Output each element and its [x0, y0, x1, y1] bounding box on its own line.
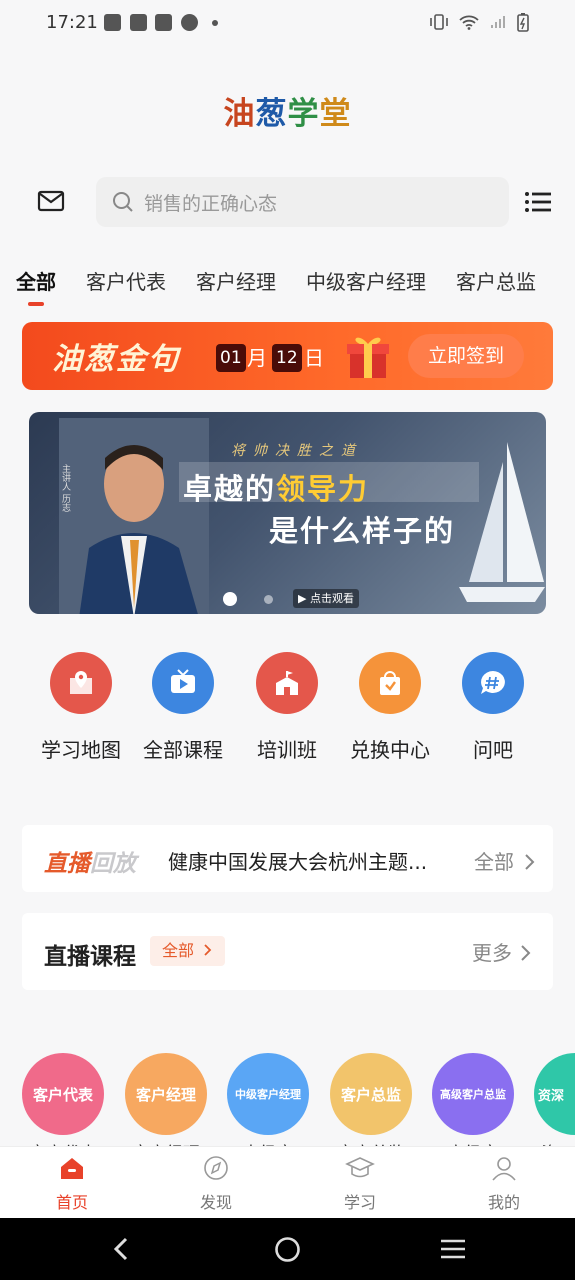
mail-icon[interactable] — [36, 186, 66, 216]
hero-title-line2: 是什么样子的 — [269, 514, 456, 548]
live-courses-more-link[interactable]: 更多 — [472, 937, 532, 966]
tv-play-icon — [152, 652, 214, 714]
hero-banner-carousel[interactable]: 主讲人 历志 将帅决胜之道 卓越的领导力 是什么样子的 ▶ 点击观看 — [29, 412, 546, 614]
date-month: 01 — [216, 344, 246, 372]
live-courses-title: 直播课程 — [44, 944, 136, 970]
home-circle-icon[interactable] — [274, 1236, 301, 1263]
compass-icon — [204, 1156, 228, 1180]
signin-button[interactable]: 立即签到 — [408, 334, 524, 378]
status-icons — [429, 12, 529, 32]
nav-home[interactable]: 首页 — [32, 1155, 112, 1213]
quick-entry-label: 全部课程 — [143, 738, 223, 762]
quick-entry-exchange-center[interactable]: 兑换中心 — [335, 652, 445, 763]
carousel-dot[interactable] — [264, 595, 273, 604]
replay-all-link[interactable]: 全部 — [474, 846, 536, 875]
quick-entry-label: 兑换中心 — [350, 738, 430, 762]
notification-icon — [181, 14, 198, 31]
quick-entry-qa[interactable]: 问吧 — [438, 652, 548, 763]
tab-customer-manager[interactable]: 客户经理 — [196, 266, 276, 306]
live-replay-logo: 直播回放 — [44, 851, 136, 877]
chevron-right-icon — [525, 854, 535, 870]
quick-entry-learning-map[interactable]: 学习地图 — [26, 652, 136, 763]
nav-learn[interactable]: 学习 — [320, 1155, 400, 1213]
notification-icon — [130, 14, 147, 31]
replay-title[interactable]: 健康中国发展大会杭州主题... — [168, 846, 427, 875]
date-day: 12 — [272, 344, 302, 372]
system-navigation-bar — [0, 1218, 575, 1280]
recent-apps-icon[interactable] — [440, 1238, 466, 1260]
wifi-icon — [459, 15, 479, 30]
hero-slogan: 将帅决胜之道 — [231, 443, 363, 459]
tab-customer-rep[interactable]: 客户代表 — [86, 266, 166, 306]
exchange-bag-icon — [359, 652, 421, 714]
carousel-dot-active[interactable] — [223, 592, 237, 606]
status-bar: 17:21 — [0, 0, 575, 48]
bottom-navigation: 首页 发现 学习 我的 — [0, 1146, 575, 1218]
live-courses-all-tag[interactable]: 全部 — [150, 936, 226, 966]
quick-entry-label: 问吧 — [473, 738, 513, 762]
quick-entry-label: 培训班 — [257, 738, 317, 762]
school-icon — [256, 652, 318, 714]
hero-title-line1: 卓越的领导力 — [183, 472, 370, 506]
quick-entry-all-courses[interactable]: 全部课程 — [128, 652, 238, 763]
signin-title: 油葱金句 — [52, 342, 180, 377]
tab-all[interactable]: 全部 — [16, 266, 56, 306]
role-customer-director[interactable]: 客户总监 — [330, 1053, 412, 1135]
role-senior[interactable]: 资深 — [534, 1053, 575, 1135]
app-logo: 油葱学堂 — [223, 96, 352, 132]
battery-charging-icon — [517, 13, 529, 32]
back-icon[interactable] — [110, 1236, 134, 1262]
nav-label: 学习 — [343, 1193, 376, 1212]
role-customer-manager[interactable]: 客户经理 — [125, 1053, 207, 1135]
quick-entry-training-class[interactable]: 培训班 — [232, 652, 342, 763]
live-courses-card: 直播课程 全部 更多 — [22, 913, 553, 990]
gift-box-icon — [347, 337, 389, 378]
role-customer-rep[interactable]: 客户代表 — [22, 1053, 104, 1135]
search-placeholder: 销售的正确心态 — [144, 192, 278, 215]
role-mid-customer-manager[interactable]: 中级客户经理 — [227, 1053, 309, 1135]
date-month-unit: 月 — [247, 346, 267, 370]
nav-discover[interactable]: 发现 — [176, 1155, 256, 1213]
graduation-cap-icon — [345, 1157, 375, 1178]
watch-button[interactable]: ▶ 点击观看 — [293, 589, 359, 608]
speaker-photo — [59, 418, 209, 614]
list-menu-icon[interactable] — [524, 190, 552, 214]
status-time: 17:21 — [46, 12, 98, 33]
speaker-label: 主讲人 历志 — [60, 464, 70, 512]
home-icon — [61, 1158, 83, 1179]
map-pin-icon — [50, 652, 112, 714]
signal-icon — [491, 16, 505, 28]
nav-mine[interactable]: 我的 — [464, 1155, 544, 1213]
nav-label: 我的 — [487, 1193, 520, 1212]
user-icon — [492, 1157, 516, 1181]
chevron-right-icon — [204, 944, 212, 956]
category-tabs: 全部 客户代表 客户经理 中级客户经理 客户总监 — [16, 266, 566, 306]
search-icon — [113, 192, 133, 212]
live-replay-card[interactable]: 直播回放 健康中国发展大会杭州主题... 全部 — [22, 825, 553, 892]
quick-entry-label: 学习地图 — [41, 738, 121, 762]
nav-label: 首页 — [55, 1193, 88, 1212]
more-notifications-dot — [212, 20, 218, 26]
nav-label: 发现 — [199, 1193, 232, 1212]
date-day-unit: 日 — [304, 346, 324, 370]
notification-icon — [104, 14, 121, 31]
tab-customer-director[interactable]: 客户总监 — [456, 266, 536, 306]
hashtag-chat-icon — [462, 652, 524, 714]
tab-mid-customer-manager[interactable]: 中级客户经理 — [306, 266, 426, 306]
daily-quote-signin-banner[interactable]: 油葱金句 01 月 12 日 立即签到 — [22, 322, 553, 390]
quick-entry-grid: 学习地图 全部课程 培训班 兑换中心 问吧 — [0, 652, 575, 762]
search-input[interactable]: 销售的正确心态 — [96, 177, 509, 227]
role-senior-customer-director[interactable]: 高级客户总监 — [432, 1053, 514, 1135]
notification-icon — [155, 14, 172, 31]
chevron-right-icon — [521, 945, 531, 961]
role-category-row: 客户代表 客户代表 客户经理 客户经理 中级客户经理 中级客 客户总监 客户总监… — [0, 1053, 575, 1148]
sailboat-image — [459, 442, 545, 602]
vibrate-icon — [430, 14, 448, 30]
